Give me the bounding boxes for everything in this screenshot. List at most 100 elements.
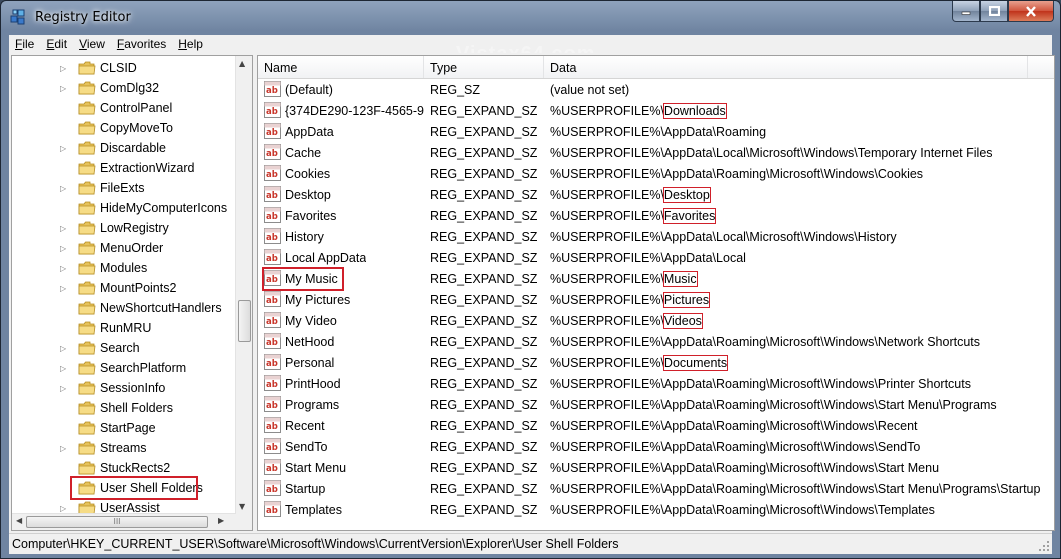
expand-arrow-icon[interactable]: ▷ [60,384,68,393]
table-row[interactable]: ab Cookies REG_EXPAND_SZ %USERPROFILE%\AppD… [258,163,1054,184]
scroll-up-icon[interactable]: ▲ [239,59,245,68]
values-list[interactable]: Name Type Data ab (Default) REG_SZ (value n… [257,55,1055,531]
expand-arrow-icon[interactable]: ▷ [60,264,68,273]
table-row[interactable]: ab Local AppData REG_EXPAND_SZ %USERPROFILE… [258,247,1054,268]
expand-arrow-icon[interactable]: ▷ [60,504,68,513]
tree-item[interactable]: ▷ SearchPlatform [12,358,236,378]
table-row[interactable]: ab Desktop REG_EXPAND_SZ %USERPROFILE%\Desk… [258,184,1054,205]
string-value-icon: ab [264,312,281,328]
tree-item[interactable]: Shell Folders [12,398,236,418]
tree-vertical-scrollbar[interactable]: ▲ ▼ [235,56,252,514]
tree-item[interactable]: User Shell Folders [12,478,236,498]
value-data: %USERPROFILE%\Pictures [550,292,711,308]
maximize-icon [988,6,1000,16]
table-row[interactable]: ab SendTo REG_EXPAND_SZ %USERPROFILE%\AppDa… [258,436,1054,457]
table-row[interactable]: ab My Pictures REG_EXPAND_SZ %USERPROFILE%\… [258,289,1054,310]
expand-arrow-icon[interactable]: ▷ [60,244,68,253]
value-type: REG_EXPAND_SZ [430,503,538,517]
table-row[interactable]: ab Favorites REG_EXPAND_SZ %USERPROFILE%\Fa… [258,205,1054,226]
table-row[interactable]: ab Startup REG_EXPAND_SZ %USERPROFILE%\AppD… [258,478,1054,499]
table-row[interactable]: ab Personal REG_EXPAND_SZ %USERPROFILE%\Doc… [258,352,1054,373]
minimize-button[interactable] [952,1,980,22]
svg-text:ab: ab [266,275,278,285]
expand-arrow-icon[interactable]: ▷ [60,284,68,293]
table-row[interactable]: ab Templates REG_EXPAND_SZ %USERPROFILE%\Ap… [258,499,1054,520]
value-type: REG_EXPAND_SZ [430,272,538,286]
tree-item[interactable]: StartPage [12,418,236,438]
registry-tree[interactable]: ▷ CLSID ▷ ComDlg32 ControlPanel CopyMoveTo ▷ Di… [11,55,253,531]
highlighted-folder-name: Pictures [662,292,711,308]
tree-item-label: MenuOrder [100,241,164,255]
value-data-text: %USERPROFILE%\ [550,209,664,223]
menu-item[interactable]: Help [172,37,209,51]
scroll-down-icon[interactable]: ▼ [239,502,245,511]
scroll-corner [236,514,252,530]
table-row[interactable]: ab {374DE290-123F-4565-9... REG_EXPAND_SZ%… [258,100,1054,121]
value-type: REG_EXPAND_SZ [430,482,538,496]
resize-grip-icon[interactable] [1038,540,1050,552]
table-row[interactable]: ab (Default) REG_SZ (value not set) [258,79,1054,100]
tree-scroll-thumb[interactable] [238,300,251,342]
tree-item[interactable]: ▷ LowRegistry [12,218,236,238]
scroll-right-icon[interactable]: ▶ [218,516,224,525]
table-row[interactable]: ab History REG_EXPAND_SZ %USERPROFILE%\AppD… [258,226,1054,247]
expand-arrow-icon[interactable]: ▷ [60,344,68,353]
title-bar[interactable]: Registry Editor [1,1,1060,35]
svg-text:ab: ab [266,464,278,474]
tree-hscroll-thumb[interactable]: III [26,516,208,528]
column-header-name[interactable]: Name [258,56,424,78]
tree-item[interactable]: ▷ Search [12,338,236,358]
menu-item[interactable]: Favorites [111,37,172,51]
table-row[interactable]: ab PrintHood REG_EXPAND_SZ %USERPROFILE%\Ap… [258,373,1054,394]
tree-item[interactable]: CopyMoveTo [12,118,236,138]
expand-arrow-icon[interactable]: ▷ [60,444,68,453]
table-row[interactable]: ab Programs REG_EXPAND_SZ %USERPROFILE%\App… [258,394,1054,415]
tree-item[interactable]: ▷ SessionInfo [12,378,236,398]
tree-item[interactable]: ▷ MountPoints2 [12,278,236,298]
expand-arrow-icon[interactable]: ▷ [60,144,68,153]
table-row[interactable]: ab My Video REG_EXPAND_SZ %USERPROFILE%\Vid… [258,310,1054,331]
tree-item[interactable]: ▷ ComDlg32 [12,78,236,98]
close-button[interactable] [1008,1,1054,22]
tree-item-label: Shell Folders [100,401,173,415]
tree-item[interactable]: HideMyComputerIcons [12,198,236,218]
value-data-text: %USERPROFILE%\AppData\Roaming\Microsoft\… [550,440,921,454]
string-value-icon: ab [264,459,281,475]
string-value-icon: ab [264,207,281,223]
tree-item[interactable]: ▷ FileExts [12,178,236,198]
column-header-type[interactable]: Type [424,56,544,78]
table-row[interactable]: ab Recent REG_EXPAND_SZ %USERPROFILE%\AppDa… [258,415,1054,436]
tree-item[interactable]: NewShortcutHandlers [12,298,236,318]
maximize-button[interactable] [980,1,1008,22]
menu-item[interactable]: View [73,37,111,51]
scroll-left-icon[interactable]: ◀ [16,516,22,525]
tree-item[interactable]: ▷ Streams [12,438,236,458]
table-row[interactable]: ab Start Menu REG_EXPAND_SZ %USERPROFILE%\A… [258,457,1054,478]
expand-arrow-icon[interactable]: ▷ [60,224,68,233]
tree-item[interactable]: ExtractionWizard [12,158,236,178]
expand-arrow-icon[interactable]: ▷ [60,364,68,373]
tree-item[interactable]: ▷ Modules [12,258,236,278]
svg-text:ab: ab [266,233,278,243]
expand-arrow-icon[interactable]: ▷ [60,84,68,93]
tree-item[interactable]: ControlPanel [12,98,236,118]
table-row[interactable]: ab Cache REG_EXPAND_SZ %USERPROFILE%\AppDat… [258,142,1054,163]
tree-item[interactable]: RunMRU [12,318,236,338]
menu-item[interactable]: File [9,37,40,51]
column-header-data[interactable]: Data [544,56,1028,78]
value-data: %USERPROFILE%\Favorites [550,208,717,224]
highlighted-folder-name: Desktop [662,187,711,203]
tree-item[interactable]: ▷ MenuOrder [12,238,236,258]
value-type: REG_EXPAND_SZ [430,146,538,160]
highlighted-folder-name: Downloads [662,103,727,119]
tree-horizontal-scrollbar[interactable]: ◀ III ▶ [12,513,236,530]
table-row[interactable]: ab NetHood REG_EXPAND_SZ %USERPROFILE%\AppD… [258,331,1054,352]
tree-item[interactable]: ▷ CLSID [12,58,236,78]
table-row[interactable]: ab AppData REG_EXPAND_SZ %USERPROFILE%\AppD… [258,121,1054,142]
tree-item[interactable]: StuckRects2 [12,458,236,478]
menu-item[interactable]: Edit [40,37,73,51]
expand-arrow-icon[interactable]: ▷ [60,64,68,73]
table-row[interactable]: ab My Music REG_EXPAND_SZ %USERPROFILE%\Mus… [258,268,1054,289]
expand-arrow-icon[interactable]: ▷ [60,184,68,193]
tree-item[interactable]: ▷ Discardable [12,138,236,158]
